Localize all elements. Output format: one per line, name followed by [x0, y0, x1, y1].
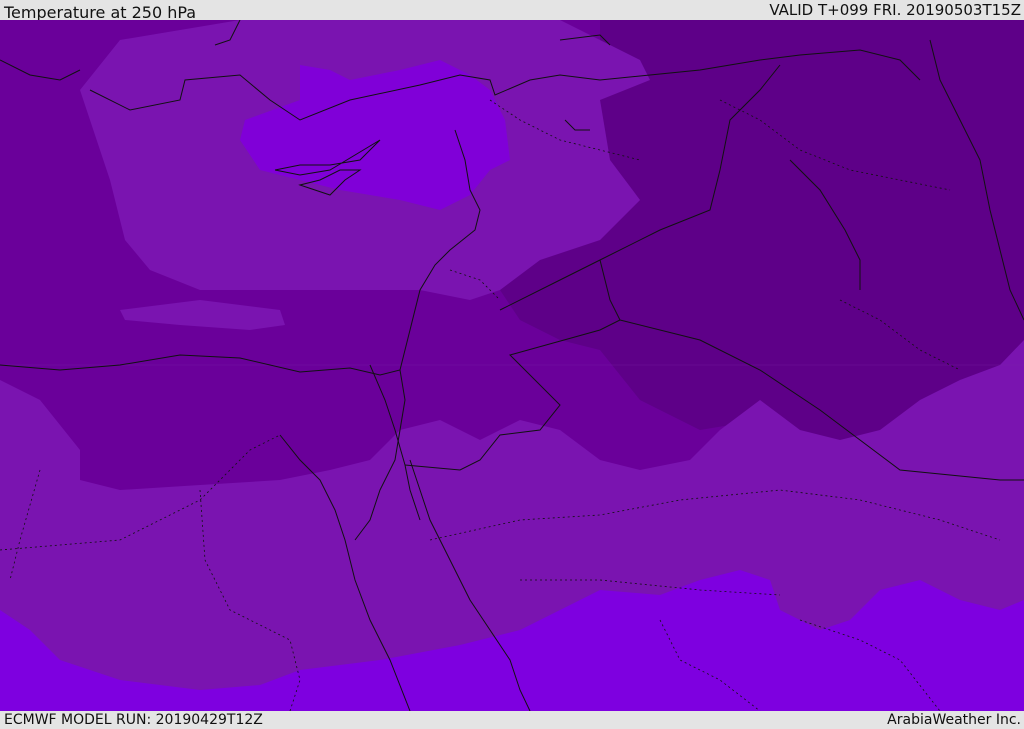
model-run-label: ECMWF MODEL RUN: 20190429T12Z	[4, 712, 263, 728]
temperature-map[interactable]	[0, 20, 1024, 711]
header-bar: Temperature at 250 hPa VALID T+099 FRI. …	[0, 0, 1024, 22]
credit-label: ArabiaWeather Inc.	[887, 712, 1021, 728]
footer-bar: ECMWF MODEL RUN: 20190429T12Z ArabiaWeat…	[0, 711, 1024, 729]
valid-time-label: VALID T+099 FRI. 20190503T15Z	[769, 1, 1021, 19]
map-canvas	[0, 20, 1024, 711]
